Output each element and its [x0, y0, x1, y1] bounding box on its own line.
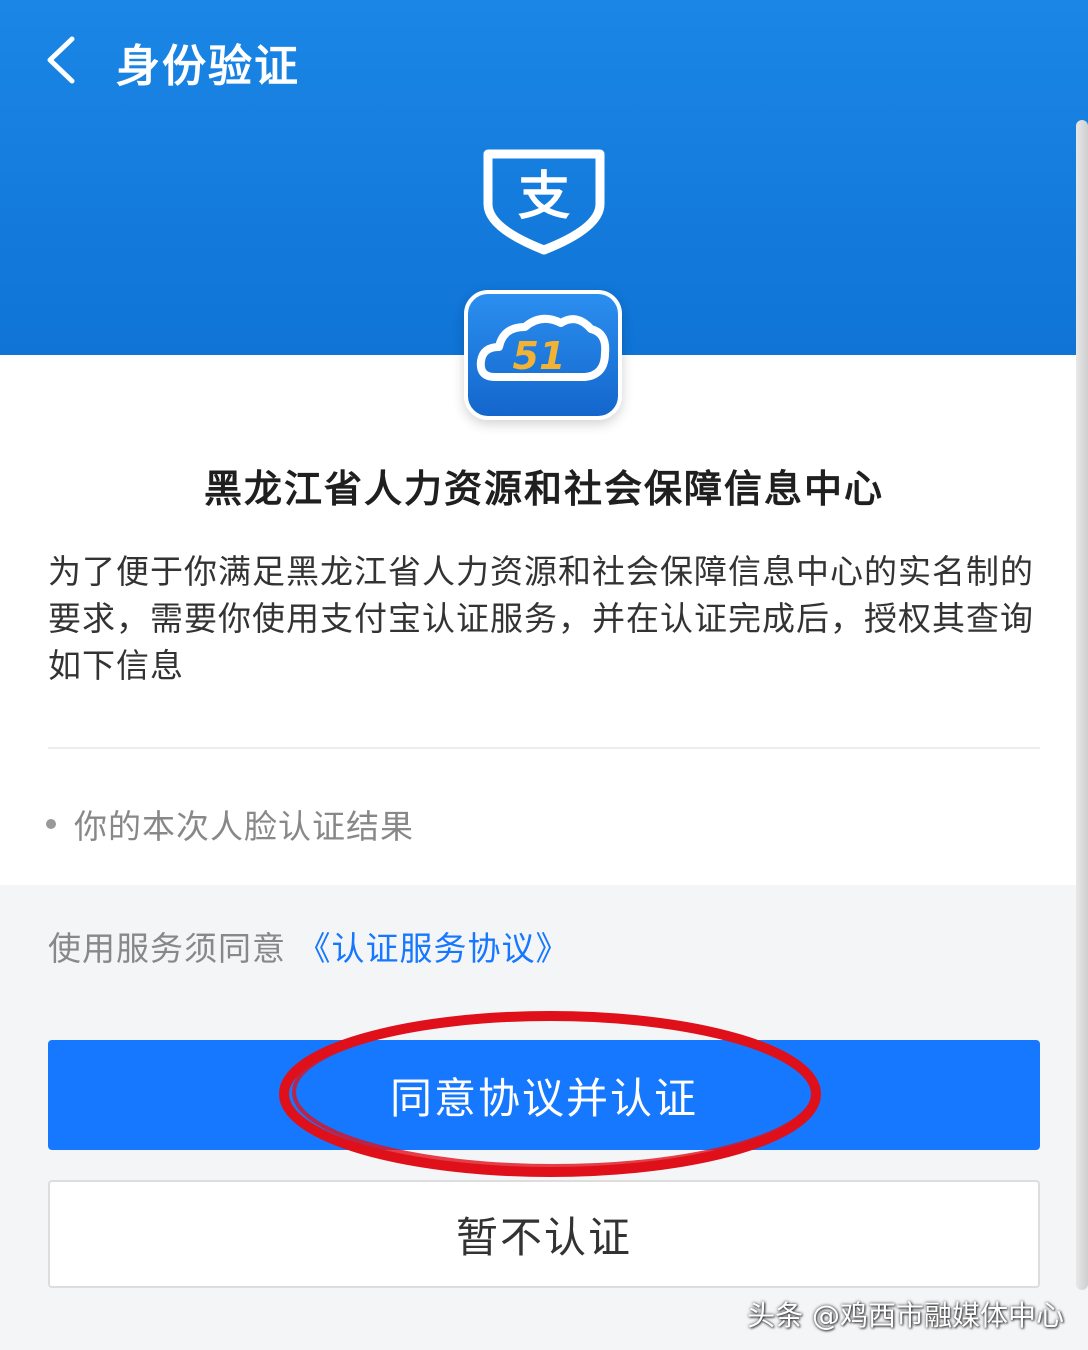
shield-char: 支 [518, 167, 570, 227]
info-list-item: 你的本次人脸认证结果 [46, 800, 414, 848]
organization-name: 黑龙江省人力资源和社会保障信息中心 [203, 467, 884, 511]
alipay-shield-icon: 支 [483, 149, 605, 255]
back-button[interactable] [30, 28, 90, 92]
app-icon-text: 51 [513, 334, 566, 378]
bullet-dot [46, 819, 56, 829]
scrollbar[interactable] [1076, 120, 1088, 1290]
page-title: 身份验证 [116, 41, 300, 92]
authorization-description: 为了便于你满足黑龙江省人力资源和社会保障信息中心的实名制的要求，需要你使用支付宝… [48, 552, 1034, 685]
info-item-label: 你的本次人脸认证结果 [74, 807, 414, 846]
agree-and-verify-button[interactable]: 同意协议并认证 [48, 1040, 1040, 1150]
cloud-51-app-icon: 51 [464, 290, 622, 420]
agreement-link[interactable]: 《认证服务协议》 [298, 929, 570, 968]
chevron-left-icon [47, 36, 75, 84]
decline-verify-button[interactable]: 暂不认证 [48, 1180, 1040, 1288]
agreement-notice: 使用服务须同意 《认证服务协议》 [48, 922, 570, 970]
divider [48, 747, 1040, 749]
agreement-prefix: 使用服务须同意 [48, 929, 286, 968]
watermark: 头条 @鸡西市融媒体中心 [747, 1299, 1064, 1332]
